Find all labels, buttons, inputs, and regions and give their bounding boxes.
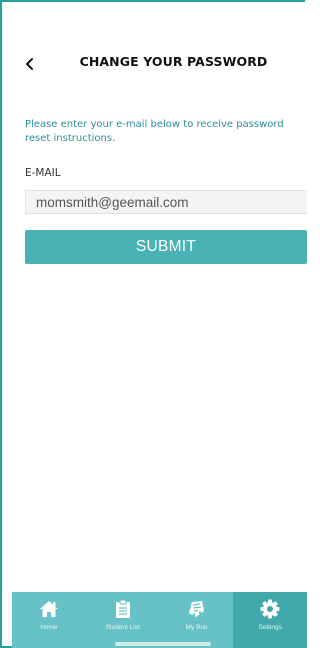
instructions-text: Please enter your e-mail below to receiv… [25, 119, 284, 144]
page-title: CHANGE YOUR PASSWORD [79, 54, 268, 69]
email-label: E-MAIL [25, 167, 61, 179]
header: CHANGE YOUR PASSWORD [0, 52, 307, 76]
app-frame [0, 0, 305, 648]
tab-label: Settings [258, 624, 282, 631]
tab-label: Student List [105, 624, 140, 631]
bottom-tab-bar: Home Student List My Bus Settings [12, 592, 307, 648]
bus-icon [185, 598, 207, 620]
gear-icon [259, 598, 281, 620]
back-button[interactable] [18, 52, 42, 76]
tab-student-list[interactable]: Student List [86, 592, 160, 648]
submit-button[interactable]: SUBMIT [25, 230, 307, 264]
tab-label: Home [40, 624, 58, 631]
email-field[interactable] [25, 190, 307, 214]
tab-my-bus[interactable]: My Bus [160, 592, 234, 648]
tab-home[interactable]: Home [12, 592, 86, 648]
clipboard-icon [112, 598, 134, 620]
tab-settings[interactable]: Settings [233, 592, 307, 648]
chevron-left-icon [26, 58, 33, 70]
tab-label: My Bus [185, 624, 208, 631]
home-icon [38, 598, 60, 620]
home-indicator [115, 642, 211, 646]
